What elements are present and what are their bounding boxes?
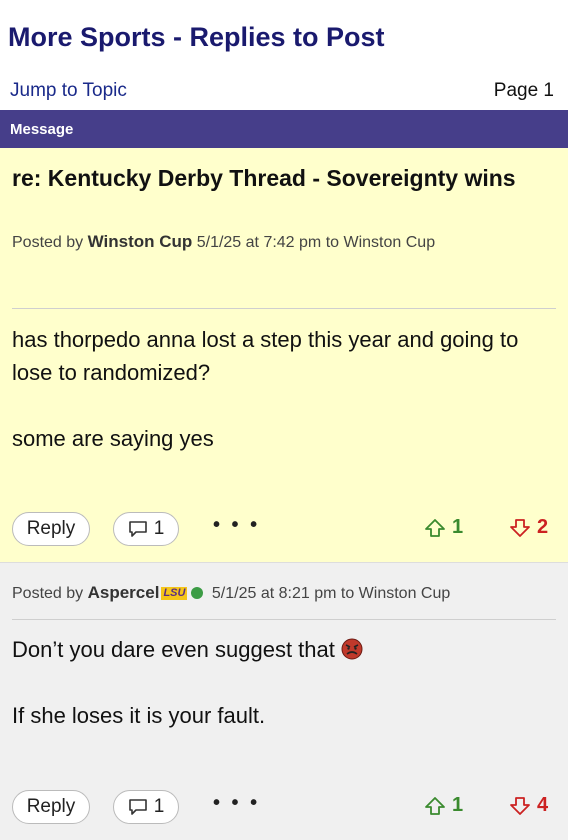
post-body: has thorpedo anna lost a step this year … (12, 323, 552, 455)
upvote-count: 1 (452, 516, 464, 538)
lsu-badge-icon: LSU (161, 587, 188, 600)
downvote-count: 4 (537, 794, 549, 816)
reply-post: Posted by Aspercel LSU 5/1/25 at 8:21 pm … (0, 562, 568, 840)
post-body-line: some are saying yes (12, 426, 214, 451)
top-bar: Jump to Topic Page 1 (0, 72, 568, 110)
online-dot-icon (191, 587, 204, 599)
more-options-button[interactable]: • • • (213, 792, 260, 815)
comment-bubble-icon (128, 521, 147, 537)
downvote-count: 2 (537, 516, 549, 538)
comment-bubble-icon (128, 799, 147, 815)
upvote-button[interactable]: 1 (424, 516, 463, 539)
divider (12, 619, 556, 620)
divider (12, 308, 556, 309)
reply-count: 1 (153, 518, 165, 539)
reply-count-button[interactable]: 1 (113, 512, 179, 546)
post-body-line: Don’t you dare even suggest that (12, 637, 335, 662)
message-header: Message (0, 110, 568, 148)
original-post: re: Kentucky Derby Thread - Sovereignty … (0, 148, 568, 562)
reply-count: 1 (153, 796, 165, 817)
post-meta: Posted by Winston Cup 5/1/25 at 7:42 pm … (12, 232, 435, 252)
page-number: Page 1 (493, 80, 554, 101)
more-options-button[interactable]: • • • (213, 514, 260, 537)
downvote-button[interactable]: 4 (509, 794, 548, 817)
post-datetime: 5/1/25 at 8:21 pm (211, 585, 337, 602)
arrow-up-icon (425, 518, 445, 537)
post-actions: Reply 1 • • • 1 2 (0, 512, 568, 548)
post-body-line: If she loses it is your fault. (12, 703, 266, 728)
reply-button[interactable]: Reply (12, 512, 90, 546)
upvote-button[interactable]: 1 (424, 794, 463, 817)
downvote-button[interactable]: 2 (509, 516, 548, 539)
author-link[interactable]: Aspercel (88, 583, 160, 602)
page-title: More Sports - Replies to Post (8, 22, 385, 52)
posted-by-label: Posted by (12, 585, 84, 602)
posted-by-label: Posted by (12, 234, 84, 251)
to-user[interactable]: Winston Cup (359, 585, 451, 602)
angry-face-icon (341, 638, 363, 660)
upvote-count: 1 (452, 794, 464, 816)
arrow-down-icon (510, 518, 530, 537)
to-label: to (340, 585, 355, 602)
post-body-line: has thorpedo anna lost a step this year … (12, 327, 519, 385)
author-link[interactable]: Winston Cup (88, 232, 193, 251)
to-label: to (325, 234, 340, 251)
post-subject: re: Kentucky Derby Thread - Sovereignty … (12, 165, 516, 191)
arrow-up-icon (425, 796, 445, 815)
jump-to-topic-link[interactable]: Jump to Topic (10, 80, 127, 102)
post-meta: Posted by Aspercel LSU 5/1/25 at 8:21 pm … (12, 583, 450, 603)
arrow-down-icon (510, 796, 530, 815)
to-user[interactable]: Winston Cup (344, 234, 436, 251)
message-header-label: Message (10, 120, 74, 138)
reply-button[interactable]: Reply (12, 790, 90, 824)
post-body: Don’t you dare even suggest that If she … (12, 633, 552, 732)
post-datetime: 5/1/25 at 7:42 pm (196, 234, 322, 251)
reply-count-button[interactable]: 1 (113, 790, 179, 824)
post-actions: Reply 1 • • • 1 4 (0, 790, 568, 826)
